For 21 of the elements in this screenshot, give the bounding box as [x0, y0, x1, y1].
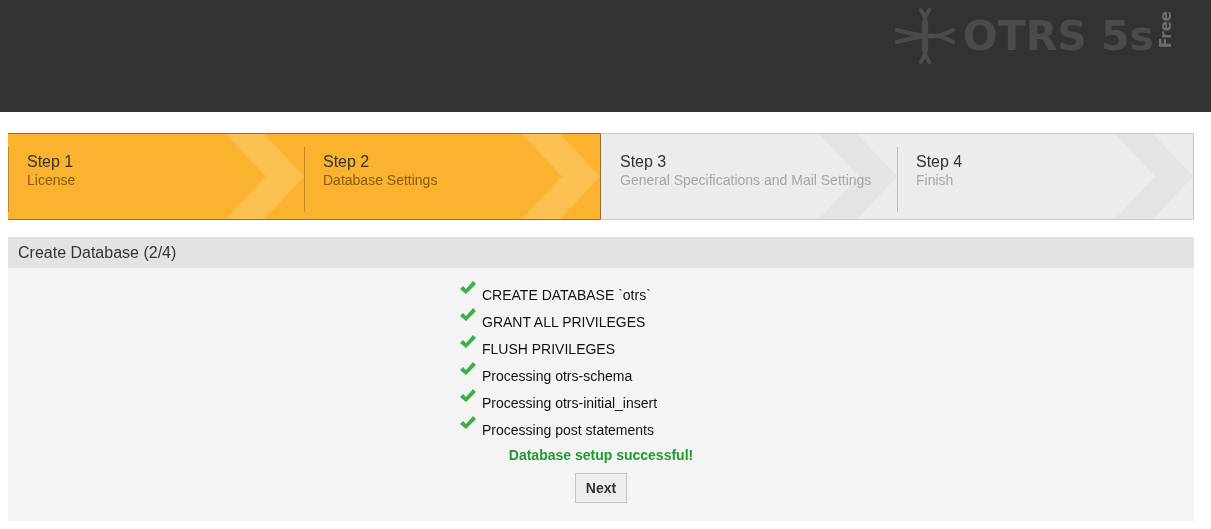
step-title: Step 2 [323, 153, 370, 171]
success-message: Database setup successful! [508, 447, 694, 463]
result-text: GRANT ALL PRIVILEGES [482, 313, 646, 331]
step-subtitle: General Specifications and Mail Settings [620, 171, 872, 189]
step-title: Step 3 [620, 153, 667, 171]
next-button[interactable]: Next [574, 473, 628, 503]
step-title: Step 1 [27, 153, 74, 171]
step-subtitle: License [27, 171, 76, 189]
edition-label: Free [1159, 11, 1174, 48]
result-text: CREATE DATABASE `otrs` [482, 286, 651, 304]
result-text: Processing otrs-schema [482, 367, 633, 385]
step-subtitle: Database Settings [323, 171, 438, 189]
chevron-icon [520, 134, 600, 219]
star-logo-icon [894, 8, 955, 64]
result-text: Processing otrs-initial_insert [482, 394, 658, 412]
result-text: FLUSH PRIVILEGES [482, 340, 616, 358]
result-text: Processing post statements [482, 421, 654, 439]
step-subtitle: Finish [916, 171, 954, 189]
panel-header: Create Database (2/4) [8, 237, 1194, 268]
step-title: Step 4 [916, 153, 963, 171]
chevron-icon [224, 134, 304, 219]
